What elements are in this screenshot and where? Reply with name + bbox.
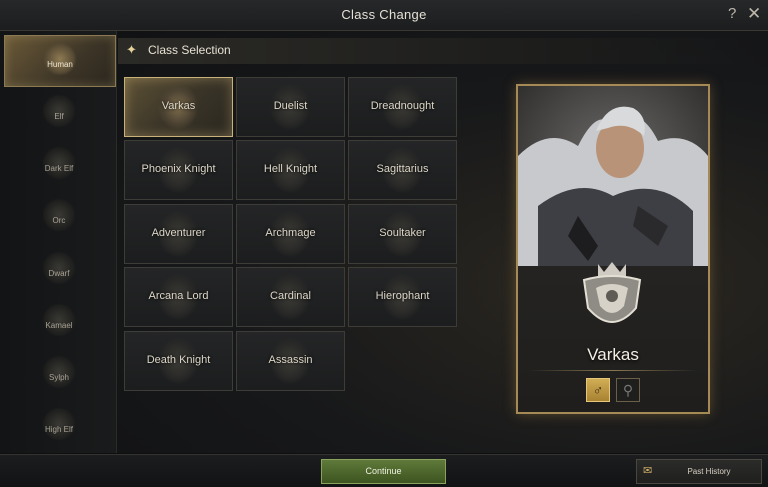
- section-title: Class Selection: [148, 43, 231, 57]
- scroll-icon: ✉: [643, 465, 653, 477]
- race-label: Sylph: [48, 373, 69, 382]
- class-card-arcana-lord[interactable]: Arcana Lord: [124, 267, 233, 327]
- class-card-dreadnought[interactable]: Dreadnought: [348, 77, 457, 137]
- female-gender-button[interactable]: ⚲: [616, 378, 640, 402]
- class-label: Arcana Lord: [148, 290, 209, 302]
- race-tab-human[interactable]: Human: [4, 35, 116, 87]
- race-sidebar: Human Elf Dark Elf Orc Dwarf Kamael Sylp…: [0, 31, 117, 453]
- class-card-varkas[interactable]: Varkas: [124, 77, 233, 137]
- race-label: Elf: [54, 112, 64, 121]
- race-label: Orc: [52, 216, 66, 225]
- class-card-phoenix-knight[interactable]: Phoenix Knight: [124, 140, 233, 200]
- race-label: Dwarf: [48, 269, 70, 278]
- class-card-hierophant[interactable]: Hierophant: [348, 267, 457, 327]
- race-label: Dark Elf: [44, 164, 74, 173]
- class-label: Phoenix Knight: [141, 163, 216, 175]
- race-tab-elf[interactable]: Elf: [4, 88, 114, 138]
- class-card-adventurer[interactable]: Adventurer: [124, 204, 233, 264]
- race-label: Kamael: [45, 321, 73, 330]
- race-tab-high-elf[interactable]: High Elf: [4, 401, 114, 451]
- class-label: Adventurer: [151, 227, 206, 239]
- help-icon[interactable]: ?: [728, 5, 736, 23]
- race-label: High Elf: [44, 425, 73, 434]
- class-card-soultaker[interactable]: Soultaker: [348, 204, 457, 264]
- class-label: Hierophant: [375, 290, 430, 302]
- kamael-emblem-icon: [42, 303, 76, 337]
- window-title: Class Change: [341, 7, 427, 22]
- class-label: Archmage: [265, 227, 316, 239]
- sylph-emblem-icon: [42, 355, 76, 389]
- dwarf-emblem-icon: [42, 251, 76, 285]
- class-card-cardinal[interactable]: Cardinal: [236, 267, 345, 327]
- past-history-button[interactable]: ✉ Past History: [636, 459, 762, 484]
- section-header: ✦ Class Selection: [118, 38, 758, 64]
- class-card-archmage[interactable]: Archmage: [236, 204, 345, 264]
- class-card-sagittarius[interactable]: Sagittarius: [348, 140, 457, 200]
- high-elf-emblem-icon: [42, 407, 76, 441]
- race-tab-orc[interactable]: Orc: [4, 192, 114, 242]
- selected-class-name: Varkas: [587, 345, 639, 364]
- class-label: Assassin: [268, 354, 313, 366]
- class-label: Soultaker: [379, 227, 426, 239]
- class-label: Cardinal: [270, 290, 311, 302]
- male-gender-button[interactable]: ♂: [586, 378, 610, 402]
- close-icon[interactable]: ✕: [747, 5, 761, 23]
- race-tab-sylph[interactable]: Sylph: [4, 349, 114, 399]
- title-bar: Class Change ? ✕: [0, 0, 768, 31]
- race-tab-dark-elf[interactable]: Dark Elf: [4, 140, 114, 190]
- orc-emblem-icon: [42, 198, 76, 232]
- star-icon: ✦: [126, 42, 137, 57]
- elf-emblem-icon: [42, 94, 76, 128]
- dark-elf-emblem-icon: [42, 146, 76, 180]
- portrait-divider: [528, 370, 698, 371]
- character-portrait: [518, 86, 708, 266]
- past-history-label: Past History: [687, 467, 731, 476]
- race-tab-kamael[interactable]: Kamael: [4, 297, 114, 347]
- class-label: Varkas: [161, 100, 196, 112]
- class-label: Duelist: [273, 100, 308, 112]
- class-card-duelist[interactable]: Duelist: [236, 77, 345, 137]
- varkas-crest-icon: [582, 262, 642, 323]
- class-card-assassin[interactable]: Assassin: [236, 331, 345, 391]
- class-label: Death Knight: [146, 354, 211, 366]
- continue-button[interactable]: Continue: [321, 459, 446, 484]
- class-card-hell-knight[interactable]: Hell Knight: [236, 140, 345, 200]
- class-label: Sagittarius: [376, 163, 429, 175]
- class-label: Dreadnought: [370, 100, 435, 112]
- class-label: Hell Knight: [263, 163, 318, 175]
- human-emblem-icon: [43, 42, 77, 76]
- race-tab-dwarf[interactable]: Dwarf: [4, 245, 114, 295]
- class-card-death-knight[interactable]: Death Knight: [124, 331, 233, 391]
- race-label: Human: [47, 60, 73, 69]
